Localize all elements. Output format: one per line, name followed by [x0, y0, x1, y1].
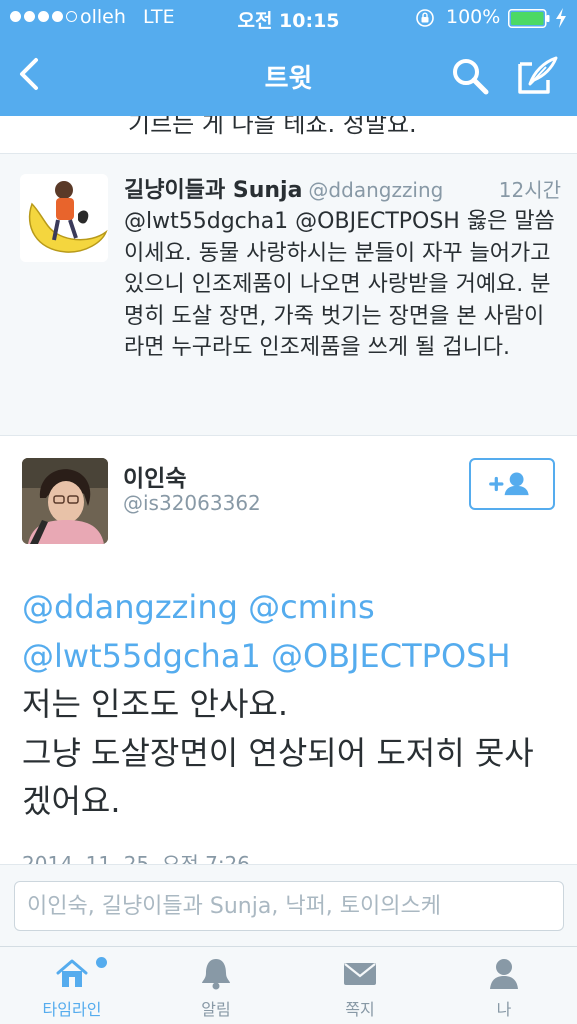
- previous-tweet-fragment[interactable]: 기르는 게 나을 테죠. 정말요.: [0, 116, 577, 154]
- tweet-mentions-line-2[interactable]: @lwt55dgcha1 @OBJECTPOSH: [22, 632, 562, 681]
- tweet-mentions-line-1[interactable]: @ddangzzing @cmins: [22, 583, 562, 632]
- tab-label: 쪽지: [345, 1000, 375, 1019]
- tab-notifications[interactable]: 알림: [144, 947, 288, 1024]
- tab-label: 타임라인: [42, 1000, 102, 1019]
- rotation-lock-icon: [416, 9, 434, 27]
- person-icon: [490, 959, 518, 989]
- top-bar: olleh LTE 오전 10:15 100% 트윗: [0, 0, 577, 116]
- author-name[interactable]: 이인숙: [123, 459, 186, 493]
- bell-icon: [202, 959, 230, 990]
- tab-label: 알림: [201, 1000, 231, 1019]
- tab-me[interactable]: 나: [432, 947, 576, 1024]
- reply-tweet-header: 길냥이들과 Sunja @ddangzzing 12시간: [124, 172, 561, 204]
- avatar[interactable]: [22, 458, 108, 544]
- author-handle[interactable]: @is32063362: [123, 491, 261, 515]
- page-title: 트윗: [264, 64, 313, 94]
- compose-tweet-icon[interactable]: [516, 54, 560, 96]
- reply-timestamp: 12시간: [498, 178, 561, 202]
- tweet-text: @ddangzzing @cmins @lwt55dgcha1 @OBJECTP…: [22, 583, 562, 826]
- battery-percent: 100%: [446, 6, 501, 28]
- tab-timeline[interactable]: 타임라인: [0, 947, 144, 1024]
- new-items-dot: [96, 957, 107, 968]
- charging-bolt-icon: [556, 8, 566, 28]
- tab-bar: 타임라인 알림 쪽지 나: [0, 946, 577, 1024]
- envelope-icon: [344, 963, 376, 985]
- tweet-body-line-2: 그냥 도살장면이 연상되어 도저히 못사겠어요.: [22, 733, 534, 821]
- reply-bar: [0, 864, 577, 946]
- reply-author-name[interactable]: 길냥이들과 Sunja: [124, 178, 302, 203]
- tab-label: 나: [496, 1000, 512, 1019]
- reply-input[interactable]: [14, 881, 564, 931]
- status-bar: olleh LTE 오전 10:15 100%: [0, 0, 577, 36]
- tab-messages[interactable]: 쪽지: [288, 947, 432, 1024]
- reply-author-handle[interactable]: @ddangzzing: [308, 178, 443, 202]
- previous-tweet-text: 기르는 게 나을 테죠. 정말요.: [128, 116, 417, 138]
- home-icon: [56, 959, 88, 987]
- add-user-icon: [489, 472, 529, 496]
- tweet-body-line-1: 저는 인조도 안사요.: [22, 685, 289, 723]
- reply-tweet[interactable]: 길냥이들과 Sunja @ddangzzing 12시간 @lwt55dgcha1…: [0, 154, 577, 436]
- battery-icon: [508, 9, 550, 28]
- avatar[interactable]: [20, 174, 108, 262]
- search-icon[interactable]: [450, 56, 490, 96]
- reply-tweet-text: @lwt55dgcha1 @OBJECTPOSH 옳은 말씀이세요. 동물 사랑…: [124, 209, 555, 360]
- follow-button[interactable]: [469, 458, 555, 510]
